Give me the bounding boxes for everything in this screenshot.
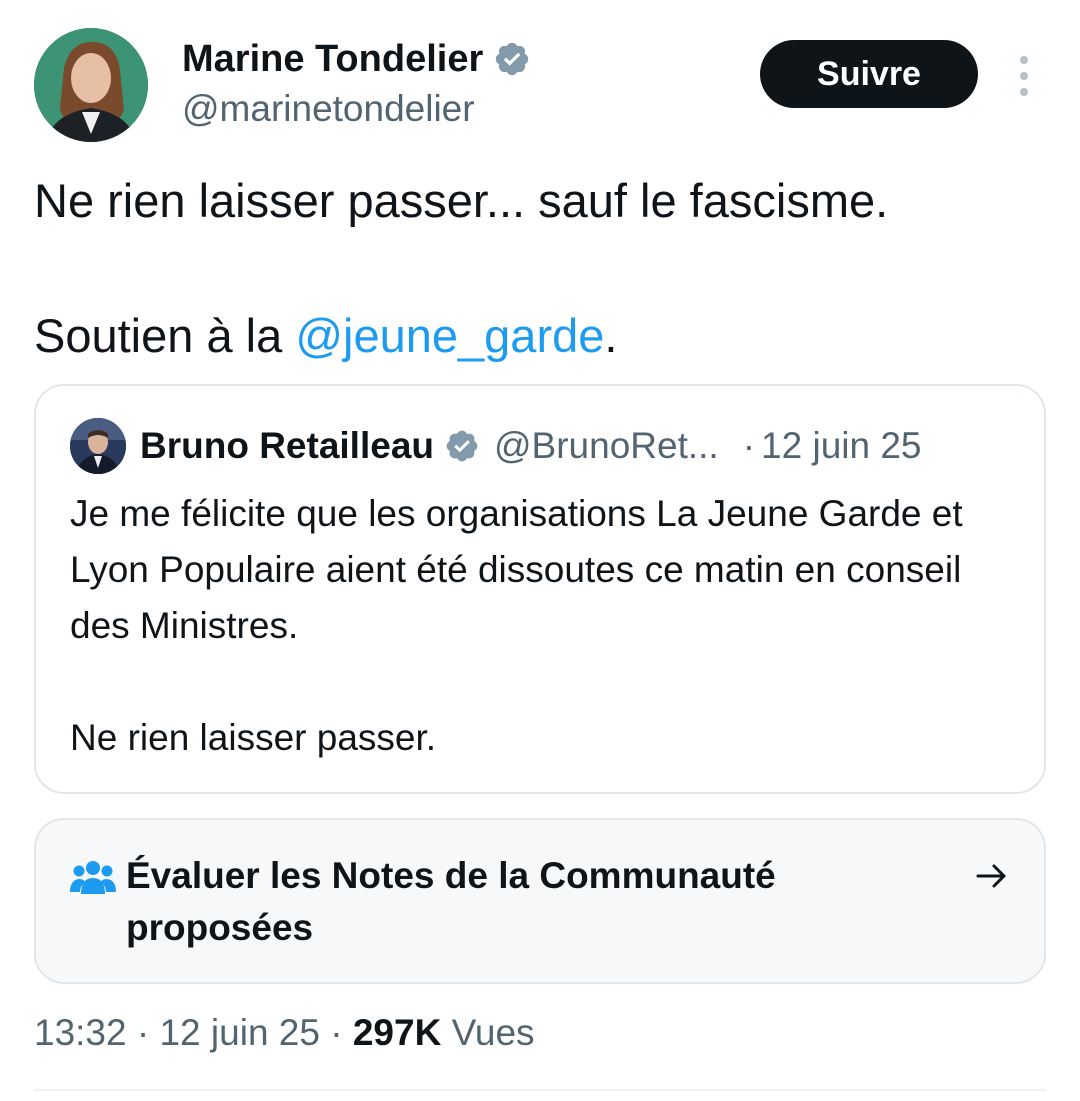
community-notes-card[interactable]: Évaluer les Notes de la Communauté propo…: [34, 818, 1046, 984]
people-icon: [70, 861, 116, 894]
tweet-text-suffix: .: [604, 309, 618, 362]
quoted-verified-badge-icon: [446, 430, 478, 462]
tweet-text-line2: Soutien à la @jeune_garde.: [34, 305, 1046, 367]
quoted-tweet[interactable]: Bruno Retailleau @BrunoRet... · 12 juin …: [34, 384, 1046, 794]
quoted-paragraph-2: Ne rien laisser passer.: [70, 717, 437, 758]
views-label: Vues: [441, 1012, 535, 1053]
quoted-separator: ·: [742, 425, 756, 466]
tweet-date[interactable]: 12 juin 25: [159, 1012, 319, 1053]
quoted-author-avatar[interactable]: [70, 418, 126, 474]
views-count: 297K: [352, 1012, 442, 1053]
quoted-author-name[interactable]: Bruno Retailleau: [140, 425, 434, 467]
mention-link[interactable]: @jeune_garde: [295, 309, 604, 362]
author-avatar[interactable]: [34, 28, 148, 142]
meta-separator: ·: [126, 1012, 160, 1053]
divider: [34, 1089, 1046, 1091]
quoted-author-handle[interactable]: @BrunoRet...: [494, 425, 719, 467]
author-display-name[interactable]: Marine Tondelier: [182, 36, 531, 82]
author-names: Marine Tondelier @marinetondelier: [182, 36, 531, 134]
tweet-text-prefix: Soutien à la: [34, 309, 296, 362]
tweet-text-line1: Ne rien laisser passer... sauf le fascis…: [34, 174, 889, 227]
more-options-icon[interactable]: [1012, 56, 1036, 96]
tweet-header: Marine Tondelier @marinetondelier Suivre: [34, 28, 1046, 144]
quoted-tweet-body: Je me félicite que les organisations La …: [70, 486, 1000, 766]
meta-separator: ·: [319, 1012, 353, 1053]
tweet-metadata: 13:32 · 12 juin 25 · 297K Vues: [34, 1008, 535, 1058]
quoted-date[interactable]: 12 juin 25: [761, 425, 921, 467]
follow-button[interactable]: Suivre: [760, 40, 978, 108]
quoted-paragraph-1: Je me félicite que les organisations La …: [70, 493, 963, 646]
quoted-tweet-header: Bruno Retailleau @BrunoRet... · 12 juin …: [70, 416, 1010, 476]
arrow-right-icon[interactable]: [974, 858, 1010, 894]
tweet-time[interactable]: 13:32: [34, 1012, 127, 1053]
community-notes-label[interactable]: Évaluer les Notes de la Communauté propo…: [126, 850, 886, 954]
author-name-text[interactable]: Marine Tondelier: [182, 36, 483, 82]
author-handle[interactable]: @marinetondelier: [182, 84, 531, 134]
verified-badge-icon: [496, 42, 529, 76]
